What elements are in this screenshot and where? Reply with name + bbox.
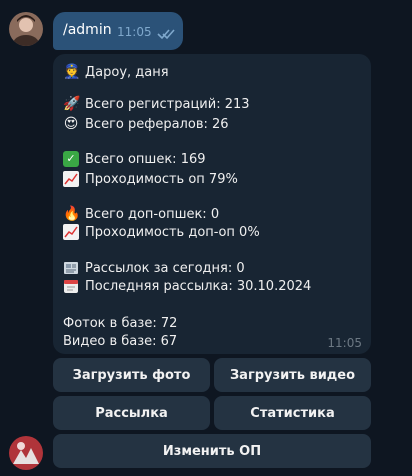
greeting-line: 👮 Дароу, даня [63,64,169,80]
videos-count-line: Видео в базе: 67 [63,334,178,349]
check-mark-icon: ✓ [63,151,79,167]
newspaper-icon [63,260,79,276]
op-rate-line: Проходимость оп 79% [63,171,238,187]
rocket-icon: 🚀 [63,96,81,112]
extra-op-rate-line: Проходимость доп-оп 0% [63,224,260,240]
statistics-button[interactable]: Статистика [214,396,371,430]
bot-avatar[interactable] [9,436,43,470]
change-op-button[interactable]: Изменить ОП [53,434,371,468]
message-text: /admin [63,22,112,38]
calendar-icon [63,278,79,294]
photos-count-line: Фоток в базе: 72 [63,316,178,331]
message-time: 11:05 [327,336,362,350]
message-time: 11:05 [117,25,152,39]
chart-up-icon [63,224,79,240]
broadcasts-today-line: Рассылок за сегодня: 0 [63,260,245,276]
fire-icon: 🔥 [63,206,81,222]
upload-video-button[interactable]: Загрузить видео [214,358,371,392]
last-broadcast-line: Последняя рассылка: 30.10.2024 [63,278,311,294]
registrations-line: 🚀 Всего регистраций: 213 [63,96,250,112]
double-check-icon [157,25,175,44]
chart-up-icon [63,171,79,187]
op-count-line: ✓ Всего опшек: 169 [63,151,206,167]
heart-eyes-icon: 😍 [63,116,79,132]
user-avatar[interactable] [9,12,43,46]
upload-photo-button[interactable]: Загрузить фото [53,358,210,392]
broadcast-button[interactable]: Рассылка [53,396,210,430]
incoming-message[interactable]: 👮 Дароу, даня 🚀 Всего регистраций: 213 😍… [53,54,371,354]
police-officer-icon: 👮 [63,64,81,80]
extra-op-count-line: 🔥 Всего доп-опшек: 0 [63,206,220,222]
referrals-line: 😍 Всего рефералов: 26 [63,116,229,132]
outgoing-message[interactable]: /admin 11:05 [53,12,183,50]
